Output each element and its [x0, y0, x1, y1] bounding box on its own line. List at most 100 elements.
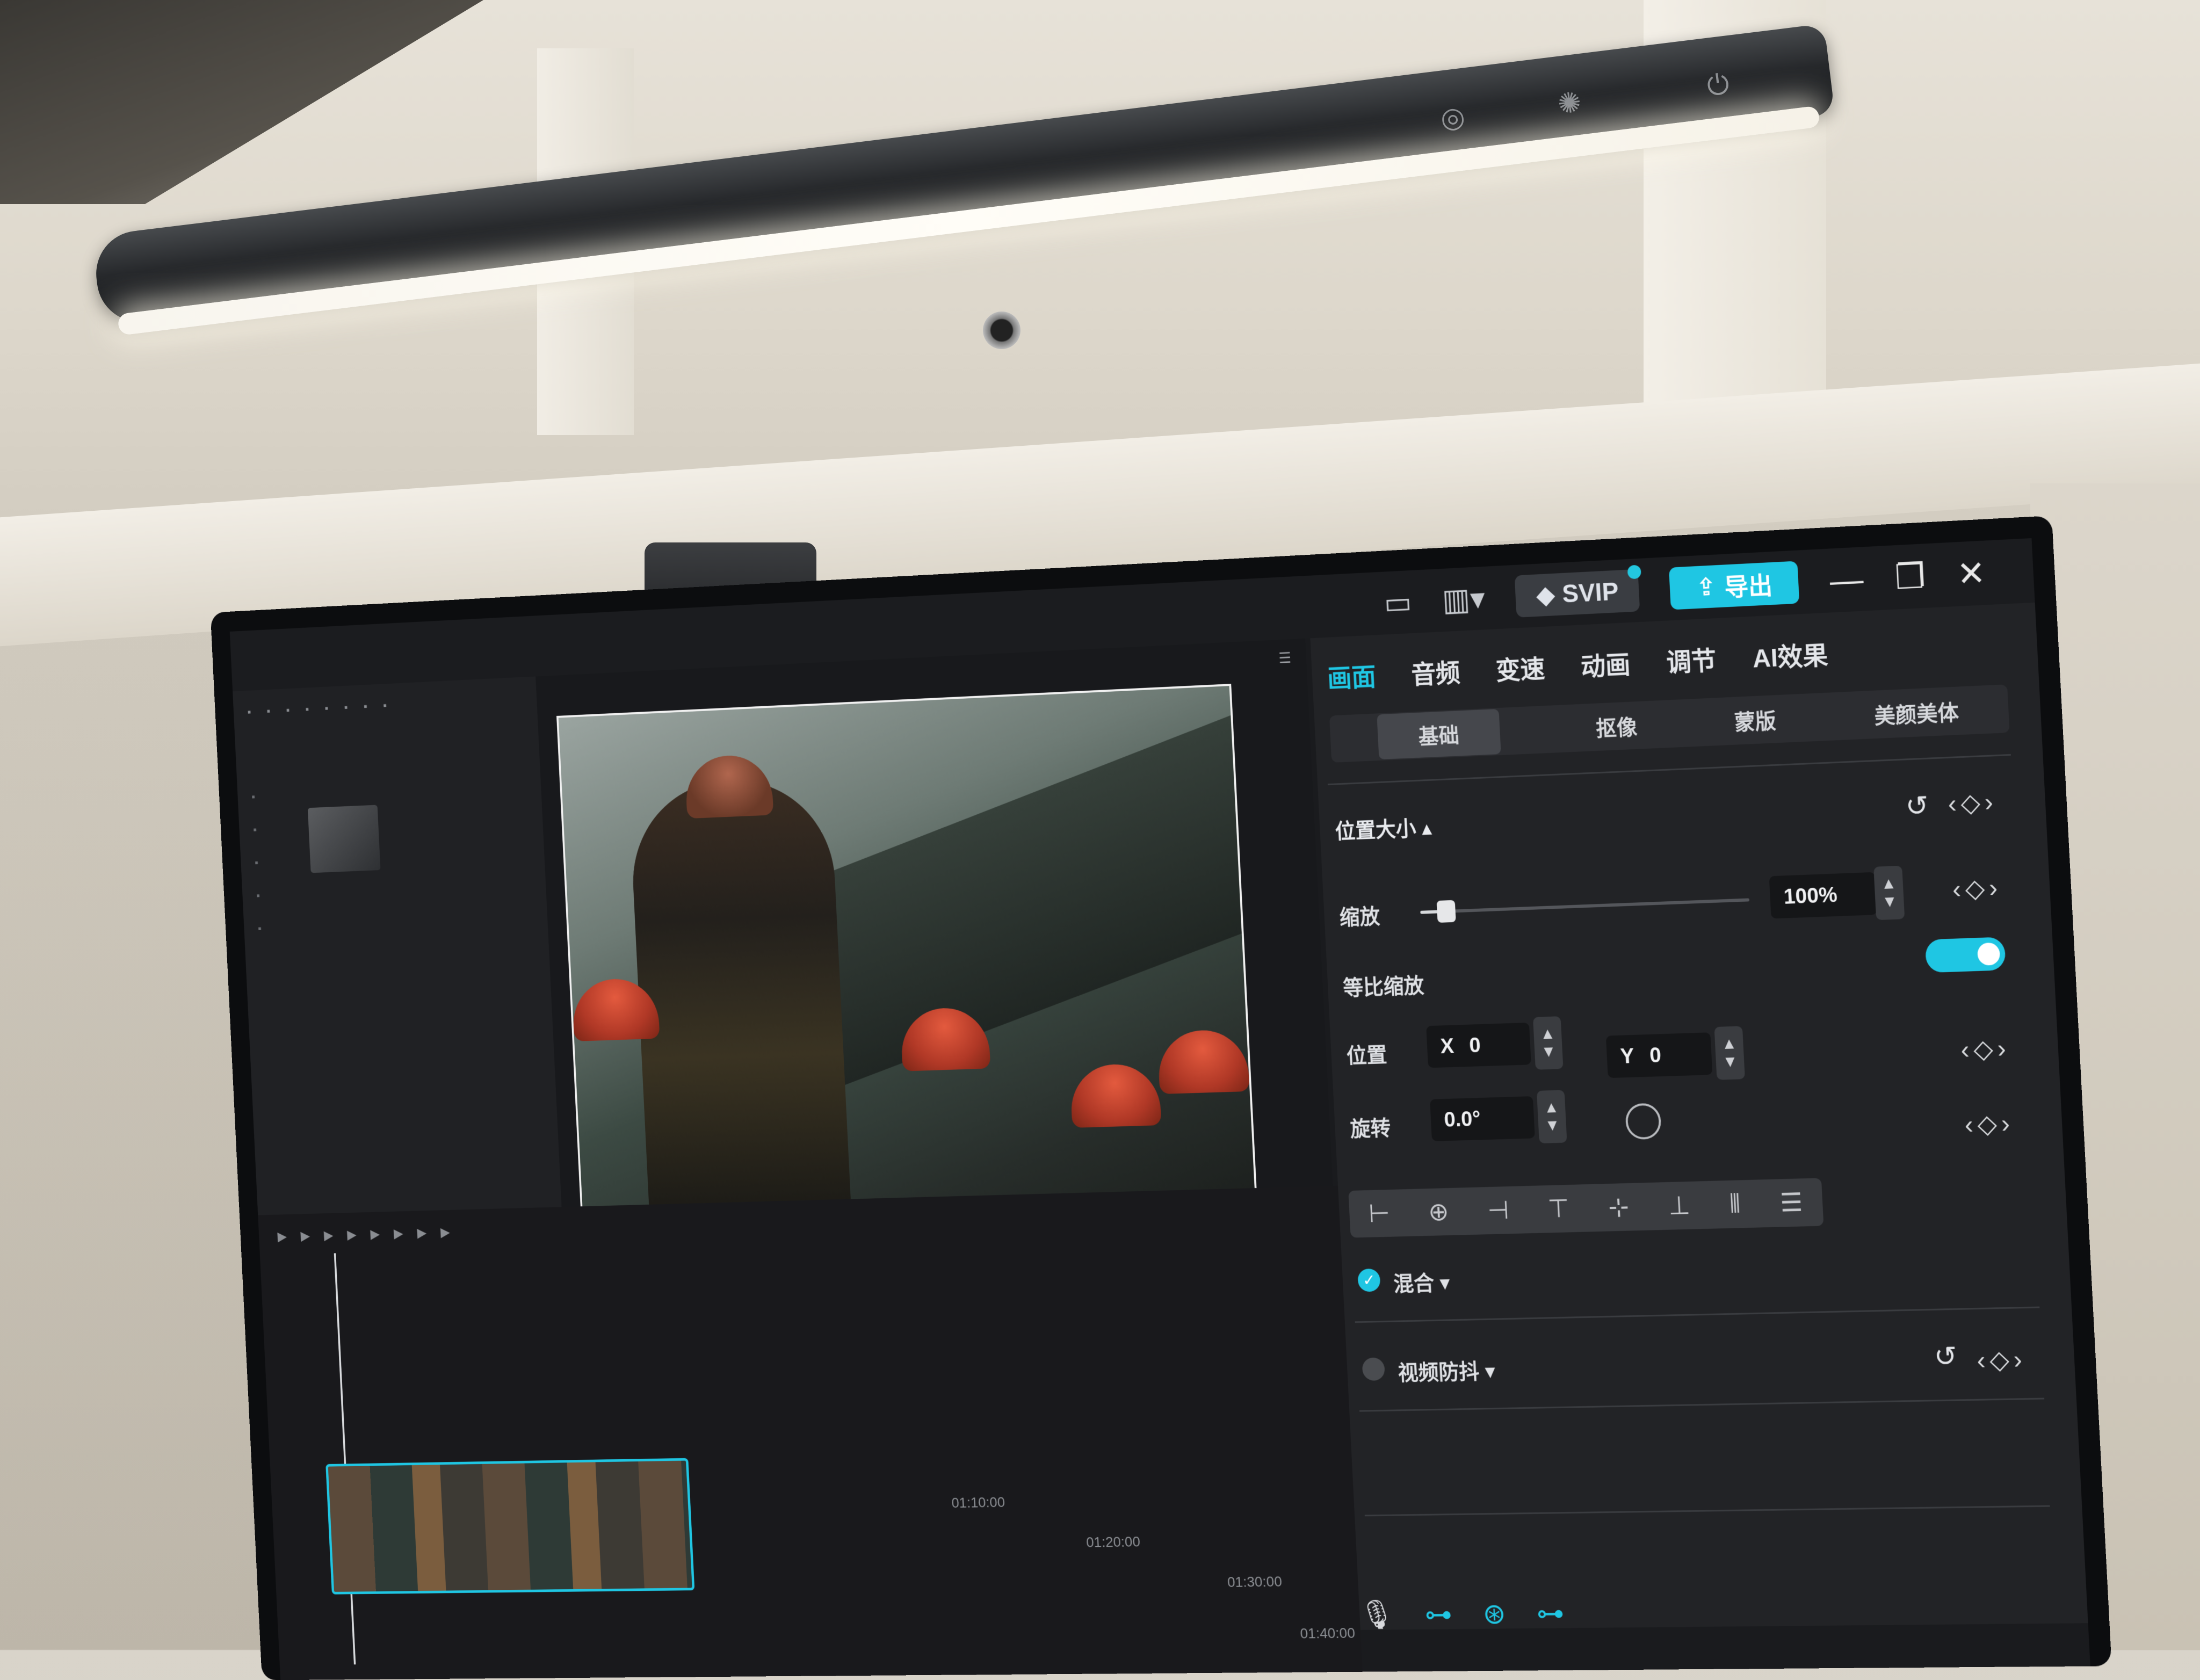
link-icon[interactable]: ⊶ — [1536, 1596, 1565, 1630]
x-value: 0 — [1468, 1033, 1481, 1057]
media-tab-icon[interactable]: ▪ — [363, 700, 367, 713]
svip-label: SVIP — [1561, 577, 1619, 609]
magnet-icon[interactable]: ⊛ — [1482, 1597, 1507, 1631]
position-x-stepper[interactable]: ▲ ▼ — [1532, 1016, 1564, 1070]
rotate-input[interactable]: 0.0° — [1430, 1096, 1535, 1141]
keyframe-icon[interactable]: ‹◇› — [1960, 1033, 2011, 1065]
uniform-scale-toggle[interactable] — [1924, 937, 2006, 973]
timeline-tool-icon[interactable]: ▸ — [370, 1222, 380, 1245]
video-figure — [628, 777, 853, 1242]
media-tab-icon[interactable]: ▪ — [266, 705, 271, 718]
timeline-tick: 01:30:00 — [1227, 1573, 1283, 1590]
media-tab-icon[interactable]: ▪ — [286, 704, 290, 717]
media-sidebar-item[interactable]: ▪ — [258, 922, 262, 935]
media-tab-icon[interactable]: ▪ — [344, 701, 348, 714]
distribute-h-icon[interactable]: ⦀ — [1729, 1189, 1741, 1219]
timeline-tool-icon[interactable]: ▸ — [393, 1221, 404, 1244]
subtab-cutout[interactable]: 抠像 — [1595, 710, 1638, 742]
tab-animation[interactable]: 动画 — [1580, 643, 1631, 683]
microphone-icon[interactable]: 🎙 — [1359, 1598, 1395, 1632]
keyframe-icon[interactable]: ‹◇› — [1976, 1344, 2027, 1375]
align-center-v-icon[interactable]: ⊹ — [1608, 1192, 1630, 1222]
video-player: ☰ ▶ ▣ ⌖ ⊡ ⤢ — [535, 638, 1337, 1283]
screen: ▭ ▥▾ ◆ SVIP ⇪ 导出 — ❐ ✕ ▪ ▪ ▪ ▪ ▪ ▪ ▪ ▪ ▪… — [229, 538, 2090, 1680]
media-sidebar-item[interactable]: ▪ — [251, 790, 256, 803]
keyframe-icon[interactable]: ‹◇› — [1964, 1109, 2015, 1140]
distribute-v-icon[interactable]: ☰ — [1779, 1187, 1804, 1218]
align-right-icon[interactable]: ⊣ — [1487, 1196, 1510, 1226]
close-icon[interactable]: ✕ — [1956, 553, 1987, 594]
timeline-tool-icon[interactable]: ▸ — [416, 1221, 427, 1244]
position-x-input[interactable]: X 0 — [1426, 1022, 1531, 1068]
minimize-icon[interactable]: — — [1829, 559, 1864, 600]
blend-checkbox[interactable]: ✓ — [1357, 1268, 1381, 1292]
timeline-tool-icon[interactable]: ▸ — [277, 1225, 287, 1248]
x-label: X — [1439, 1034, 1455, 1058]
media-sidebar-item[interactable]: ▪ — [256, 889, 260, 902]
media-sidebar-item[interactable]: ▪ — [253, 823, 257, 836]
timeline-tool-icon[interactable]: ▸ — [346, 1222, 357, 1245]
svip-button[interactable]: ◆ SVIP — [1514, 564, 1642, 618]
subtab-mask[interactable]: 蒙版 — [1733, 704, 1777, 736]
scale-input[interactable]: 100% — [1769, 872, 1877, 919]
media-tab-icon[interactable]: ▪ — [324, 702, 329, 715]
media-tab-icon[interactable]: ▪ — [247, 706, 251, 719]
scale-stepper[interactable]: ▲ ▼ — [1873, 865, 1905, 921]
monitor: ▭ ▥▾ ◆ SVIP ⇪ 导出 — ❐ ✕ ▪ ▪ ▪ ▪ ▪ ▪ ▪ ▪ ▪… — [210, 516, 2112, 1680]
media-tabs: ▪ ▪ ▪ ▪ ▪ ▪ ▪ ▪ — [247, 699, 387, 719]
align-bottom-icon[interactable]: ⊥ — [1668, 1191, 1691, 1221]
brightness-icon[interactable]: ✺ — [1556, 86, 1583, 121]
menu-icon[interactable]: ☰ — [1278, 649, 1292, 667]
position-label: 位置 — [1345, 1044, 1388, 1068]
align-top-icon[interactable]: ⊤ — [1547, 1194, 1570, 1224]
keyframe-icon[interactable]: ‹◇› — [1947, 787, 1998, 819]
timeline-playhead[interactable] — [334, 1253, 356, 1665]
video-hat — [1156, 1029, 1250, 1095]
export-icon: ⇪ — [1695, 573, 1717, 602]
shelf-screw — [983, 312, 1021, 349]
media-thumbnail[interactable] — [307, 805, 381, 873]
rotate-dial[interactable] — [1625, 1103, 1662, 1140]
stabilize-label[interactable]: 视频防抖 ▾ — [1397, 1354, 1496, 1386]
timeline-video-clip[interactable] — [325, 1458, 695, 1595]
restore-icon[interactable]: ❐ — [1894, 556, 1926, 597]
reset-icon[interactable]: ↺ — [1933, 1341, 1958, 1373]
link-icon[interactable]: ⊶ — [1424, 1598, 1453, 1631]
tab-speed[interactable]: 变速 — [1495, 648, 1546, 687]
touch-button-icon[interactable]: ◎ — [1439, 100, 1467, 135]
media-tab-icon[interactable]: ▪ — [305, 703, 309, 716]
timeline-tool-icon[interactable]: ▸ — [323, 1223, 334, 1246]
keyframe-icon[interactable]: ‹◇› — [1952, 873, 2003, 904]
scale-slider-knob[interactable] — [1436, 900, 1456, 923]
export-button[interactable]: ⇪ 导出 — [1669, 561, 1800, 610]
position-y-input[interactable]: Y 0 — [1605, 1032, 1713, 1078]
timeline-tool-icon[interactable]: ▸ — [440, 1220, 451, 1244]
tab-ai-effects[interactable]: AI效果 — [1752, 634, 1829, 675]
position-y-stepper[interactable]: ▲ ▼ — [1714, 1026, 1745, 1080]
subtab-beauty[interactable]: 美颜美体 — [1873, 695, 1959, 730]
align-toolbar: ⊢ ⊕ ⊣ ⊤ ⊹ ⊥ ⦀ ☰ — [1348, 1178, 1824, 1238]
rotate-stepper[interactable]: ▲ ▼ — [1536, 1090, 1567, 1143]
layout-icon[interactable]: ▭ — [1383, 584, 1413, 621]
align-center-h-icon[interactable]: ⊕ — [1428, 1197, 1450, 1227]
tab-picture[interactable]: 画面 — [1327, 656, 1377, 694]
stabilize-checkbox[interactable] — [1362, 1357, 1386, 1381]
tab-adjust[interactable]: 调节 — [1666, 640, 1717, 679]
scale-slider[interactable] — [1420, 898, 1750, 923]
layout-menu-icon[interactable]: ▥▾ — [1442, 580, 1486, 618]
section-position-size[interactable]: 位置大小 ▴ — [1334, 810, 1432, 845]
timeline-bottom-toolbar: 🎙 ⊶ ⊛ ⊶ — [1359, 1596, 1565, 1631]
reset-icon[interactable]: ↺ — [1905, 790, 1929, 822]
subtab-basic[interactable]: 基础 — [1377, 708, 1501, 760]
tab-audio[interactable]: 音频 — [1410, 652, 1461, 691]
video-preview[interactable] — [556, 684, 1259, 1246]
media-panel: ▪ ▪ ▪ ▪ ▪ ▪ ▪ ▪ ▪ ▪ ▪ ▪ ▪ — [233, 676, 564, 1215]
power-icon[interactable]: ⏻ — [1705, 68, 1731, 103]
media-sidebar-item[interactable]: ▪ — [255, 856, 259, 869]
media-tab-icon[interactable]: ▪ — [383, 699, 387, 712]
blend-label[interactable]: 混合 ▾ — [1393, 1266, 1451, 1298]
properties-tabs: 画面 音频 变速 动画 调节 AI效果 — [1327, 634, 1829, 695]
timeline-tool-icon[interactable]: ▸ — [300, 1224, 310, 1247]
notification-dot — [1627, 564, 1642, 580]
align-left-icon[interactable]: ⊢ — [1368, 1199, 1391, 1229]
